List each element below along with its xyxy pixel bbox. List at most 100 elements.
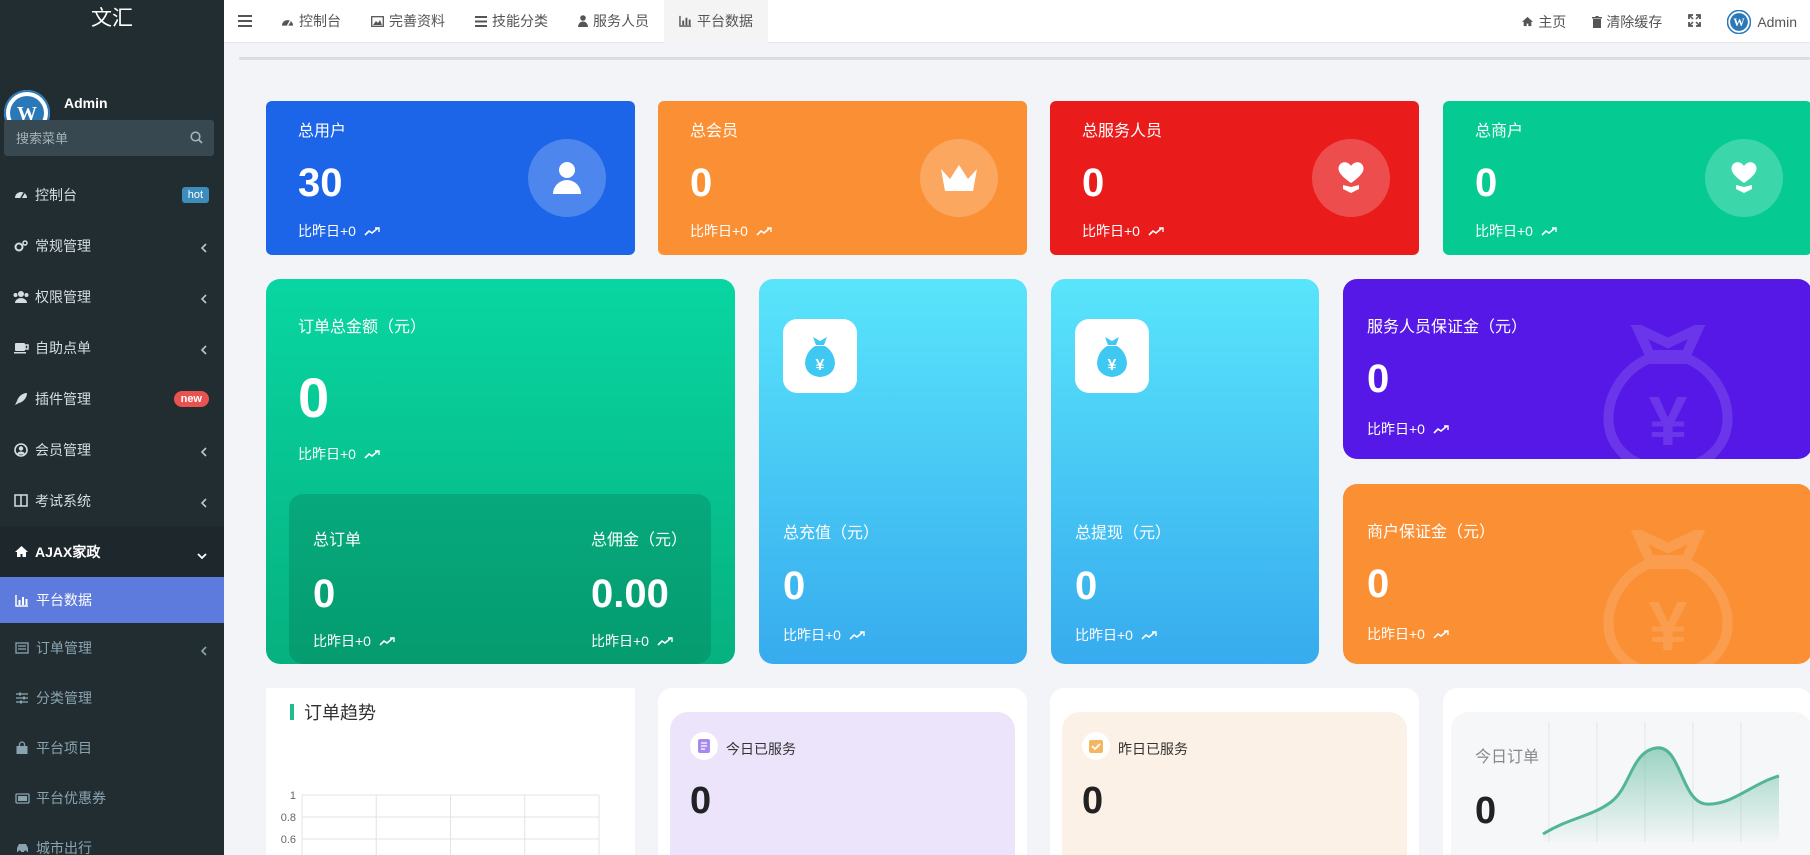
sidebar-item-label: 平台项目 bbox=[36, 740, 92, 756]
sidebar-item-permissions[interactable]: 权限管理 bbox=[0, 271, 224, 322]
sidebar-menu: 控制台 hot 常规管理 权限管理 自助点单 插件管理 new 会员管理 考试系… bbox=[0, 169, 224, 855]
card-subtext: 比昨日+0 bbox=[1075, 625, 1157, 645]
document-icon bbox=[690, 732, 718, 760]
card-subtext: 比昨日+0 bbox=[1475, 221, 1557, 241]
home-icon bbox=[1521, 16, 1534, 27]
total-orders-subtext: 比昨日+0 bbox=[313, 631, 395, 651]
menu-search-input[interactable] bbox=[4, 120, 174, 156]
panel-title: 订单趋势 bbox=[290, 699, 376, 725]
card-title: 总提现（元） bbox=[1075, 525, 1172, 542]
heart-hand-icon bbox=[1705, 139, 1783, 217]
sidebar-item-exam[interactable]: 考试系统 bbox=[0, 475, 224, 526]
sidebar-item-orders[interactable]: 订单管理 bbox=[0, 623, 224, 673]
user-name: Admin bbox=[64, 95, 108, 111]
card-subtext: 比昨日+0 bbox=[783, 625, 865, 645]
sidebar-item-label: 插件管理 bbox=[35, 390, 91, 407]
y-tick-label: 1 bbox=[290, 790, 296, 802]
tab-dashboard[interactable]: 控制台 bbox=[266, 0, 356, 43]
order-trend-chart: 1 0.8 0.6 bbox=[281, 790, 600, 855]
y-tick-label: 0.8 bbox=[281, 812, 296, 824]
admin-menu[interactable]: W Admin bbox=[1714, 9, 1810, 34]
chevron-left-icon bbox=[200, 444, 207, 460]
new-badge: new bbox=[173, 390, 209, 407]
trend-up-icon bbox=[375, 636, 395, 646]
tab-label: 平台数据 bbox=[697, 13, 753, 29]
withdraw-card: ¥ 总提现（元） 0 比昨日+0 bbox=[1051, 279, 1319, 664]
top-nav: 控制台 完善资料 技能分类 服务人员 平台数据 主页 清除缓存 W Admin bbox=[224, 0, 1810, 43]
sidebar-item-plugins[interactable]: 插件管理 new bbox=[0, 373, 224, 424]
sliders-icon bbox=[14, 690, 30, 706]
total-commission-value: 0.00 bbox=[591, 572, 669, 616]
card-subtext-label: 比昨日+0 bbox=[690, 223, 748, 239]
card-value: 30 bbox=[298, 161, 343, 205]
user-panel: W Admin 在线 bbox=[0, 38, 224, 136]
total-orders-title: 总订单 bbox=[313, 532, 362, 549]
sidebar: 文汇 W Admin 在线 控制台 hot 常规管理 权限管理 bbox=[0, 0, 224, 855]
card-subtext-label: 比昨日+0 bbox=[1367, 626, 1425, 642]
sidebar-item-city-travel[interactable]: 城市出行 bbox=[0, 823, 224, 855]
sidebar-item-categories[interactable]: 分类管理 bbox=[0, 673, 224, 723]
sidebar-item-label: 城市出行 bbox=[36, 840, 92, 855]
sidebar-item-projects[interactable]: 平台项目 bbox=[0, 723, 224, 773]
yesterday-served-title: 昨日已服务 bbox=[1118, 741, 1188, 757]
trash-icon bbox=[1592, 15, 1603, 28]
tab-profile[interactable]: 完善资料 bbox=[356, 0, 460, 43]
chevron-left-icon bbox=[200, 643, 207, 659]
car-icon bbox=[14, 840, 30, 855]
tab-staff[interactable]: 服务人员 bbox=[563, 0, 664, 43]
sidebar-item-label: 分类管理 bbox=[36, 690, 92, 706]
app-logo[interactable]: 文汇 bbox=[0, 0, 224, 38]
heart-hand-icon bbox=[1312, 139, 1390, 217]
trend-title: 订单趋势 bbox=[304, 703, 376, 723]
menu-toggle-icon[interactable] bbox=[224, 0, 266, 43]
tab-label: 完善资料 bbox=[389, 13, 445, 29]
sidebar-item-members[interactable]: 会员管理 bbox=[0, 424, 224, 475]
card-title: 总用户 bbox=[298, 123, 347, 140]
columns-icon bbox=[13, 493, 29, 509]
today-orders-value: 0 bbox=[1475, 790, 1497, 832]
trend-up-icon bbox=[1537, 226, 1557, 236]
home-link[interactable]: 主页 bbox=[1508, 12, 1579, 32]
chevron-left-icon bbox=[200, 495, 207, 511]
money-bag-watermark-icon: ¥ bbox=[1583, 523, 1753, 664]
clear-cache-button[interactable]: 清除缓存 bbox=[1579, 12, 1675, 32]
sidebar-item-platform-data[interactable]: 平台数据 bbox=[0, 577, 224, 623]
search-icon[interactable] bbox=[190, 131, 203, 149]
clear-cache-label: 清除缓存 bbox=[1606, 13, 1663, 30]
fullscreen-button[interactable] bbox=[1675, 13, 1714, 30]
sidebar-item-general[interactable]: 常规管理 bbox=[0, 220, 224, 271]
card-value: 0 bbox=[1082, 161, 1105, 205]
sidebar-item-label: AJAX家政 bbox=[35, 543, 101, 560]
sidebar-item-label: 平台数据 bbox=[36, 592, 92, 608]
sidebar-item-dashboard[interactable]: 控制台 hot bbox=[0, 169, 224, 220]
chart-grid: 1 0.8 0.6 bbox=[281, 790, 600, 855]
today-served-value: 0 bbox=[690, 780, 712, 822]
home-label: 主页 bbox=[1538, 13, 1567, 30]
staff-deposit-card: ¥ 服务人员保证金（元） 0 比昨日+0 bbox=[1343, 279, 1810, 459]
user-icon bbox=[578, 15, 588, 27]
tab-skills[interactable]: 技能分类 bbox=[460, 0, 563, 43]
svg-text:¥: ¥ bbox=[816, 357, 825, 374]
top-nav-right: 主页 清除缓存 W Admin bbox=[1508, 0, 1810, 43]
card-title: 服务人员保证金（元） bbox=[1367, 319, 1528, 336]
today-orders-title: 今日订单 bbox=[1475, 749, 1540, 766]
dashboard-icon bbox=[281, 16, 294, 27]
money-bag-watermark-icon: ¥ bbox=[1583, 318, 1753, 459]
users-icon bbox=[13, 289, 29, 305]
yesterday-served-box: 昨日已服务 0 bbox=[1062, 712, 1407, 855]
image-icon bbox=[371, 15, 384, 27]
card-subtext: 比昨日+0 bbox=[1367, 624, 1449, 644]
sidebar-item-self-order[interactable]: 自助点单 bbox=[0, 322, 224, 373]
sidebar-item-ajax-housekeeping[interactable]: AJAX家政 bbox=[0, 526, 224, 577]
svg-text:¥: ¥ bbox=[1108, 357, 1117, 374]
tab-platform-data[interactable]: 平台数据 bbox=[664, 0, 768, 43]
trend-up-icon bbox=[1137, 630, 1157, 640]
card-subtext-label: 比昨日+0 bbox=[591, 633, 649, 649]
chevron-left-icon bbox=[200, 342, 207, 358]
svg-text:¥: ¥ bbox=[1649, 587, 1688, 664]
sidebar-item-coupons[interactable]: 平台优惠券 bbox=[0, 773, 224, 823]
card-subtext-label: 比昨日+0 bbox=[313, 633, 371, 649]
menu-search bbox=[4, 120, 214, 156]
money-bag-icon: ¥ bbox=[1075, 319, 1149, 393]
coffee-icon bbox=[13, 340, 29, 356]
